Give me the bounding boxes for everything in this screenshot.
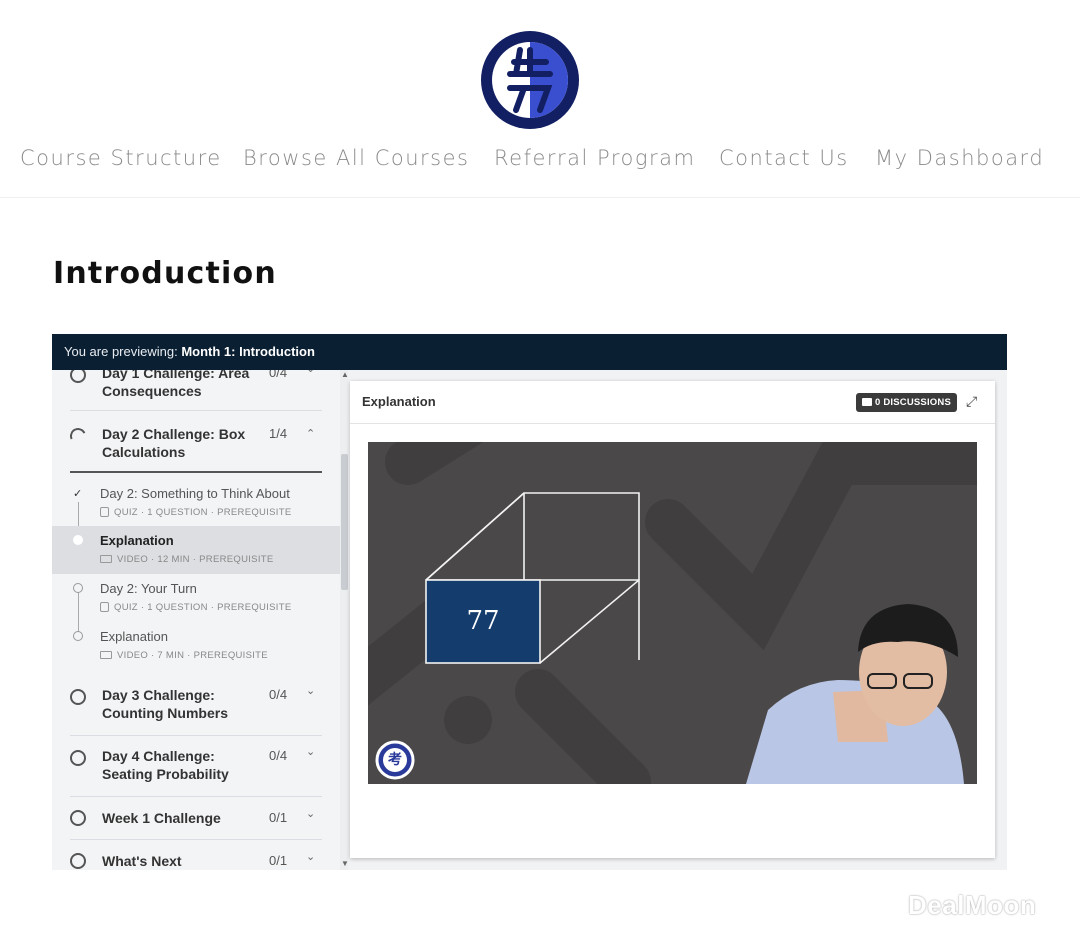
- page-title: Introduction: [53, 256, 277, 291]
- preview-bar: You are previewing: Month 1: Introductio…: [52, 334, 1007, 370]
- scroll-up-arrow-icon[interactable]: ▲: [341, 370, 349, 379]
- scrollbar-thumb[interactable]: [341, 454, 348, 590]
- box-label: 77: [466, 606, 500, 636]
- nav-my-dashboard[interactable]: My Dashboard: [875, 146, 1044, 170]
- video-icon: [100, 555, 112, 563]
- video-player[interactable]: 77 考: [368, 442, 977, 784]
- video-icon: [100, 651, 112, 659]
- chapter-day-2[interactable]: Day 2 Challenge: Box Calculations 1/4 ⌃: [67, 425, 322, 465]
- preview-course-name: Month 1: Introduction: [181, 344, 315, 359]
- expand-icon[interactable]: ⤢: [966, 393, 977, 410]
- course-preview: You are previewing: Month 1: Introductio…: [52, 334, 1007, 870]
- lesson-current-dot: [73, 535, 83, 545]
- check-icon: ✓: [73, 488, 83, 500]
- sidebar-scrollbar[interactable]: ▲ ▼: [340, 370, 349, 870]
- chapter-progress: 1/4: [269, 426, 288, 441]
- nav-contact-us[interactable]: Contact Us: [719, 146, 849, 170]
- chapter-divider: [70, 839, 322, 840]
- chapter-status-circle: [70, 853, 86, 869]
- chapter-progress: 0/1: [269, 810, 288, 825]
- chapter-progress: 0/4: [269, 687, 288, 702]
- lesson-meta: QUIZ · 1 QUESTION · PREREQUISITE: [100, 602, 291, 613]
- lesson-meta: VIDEO · 12 MIN · PREREQUISITE: [100, 554, 274, 565]
- chapter-progress: 0/4: [269, 370, 288, 380]
- chapter-title: Day 3 Challenge: Counting Numbers: [102, 687, 228, 721]
- chapter-whats-next[interactable]: What's Next 0/1 ⌄: [70, 851, 322, 870]
- chapter-status-circle: [70, 750, 86, 766]
- lesson-item[interactable]: Explanation VIDEO · 7 MIN · PREREQUISITE: [52, 622, 340, 670]
- chapter-divider-active: [70, 471, 322, 473]
- chapter-divider: [70, 796, 322, 797]
- chapter-title: What's Next: [102, 853, 182, 869]
- nav-referral-program[interactable]: Referral Program: [494, 146, 695, 170]
- lesson-status-dot: [73, 631, 83, 641]
- chevron-down-icon[interactable]: ⌄: [306, 807, 315, 820]
- lesson-item-active[interactable]: Explanation VIDEO · 12 MIN · PREREQUISIT…: [52, 526, 340, 574]
- chapter-status-circle: [70, 370, 86, 383]
- comment-icon: [862, 398, 872, 406]
- chapter-divider: [70, 735, 322, 736]
- chevron-down-icon[interactable]: ⌄: [306, 370, 315, 375]
- chapter-progress: 0/1: [269, 853, 288, 868]
- lesson-panel: Explanation 0 DISCUSSIONS ⤢ 77 考: [350, 381, 995, 858]
- chapter-day-1[interactable]: Day 1 Challenge: Area Consequences 0/4 ⌄: [70, 370, 322, 408]
- lesson-status-dot: [73, 583, 83, 593]
- chapter-status-circle: [70, 689, 86, 705]
- main-nav: Course Structure Browse All Courses Refe…: [0, 146, 1080, 178]
- chapter-status-circle: [70, 810, 86, 826]
- lesson-item[interactable]: Day 2: Your Turn QUIZ · 1 QUESTION · PRE…: [52, 574, 340, 622]
- chapter-divider: [70, 410, 322, 411]
- chevron-down-icon[interactable]: ⌄: [306, 850, 315, 863]
- course-sidebar: Day 1 Challenge: Area Consequences 0/4 ⌄…: [52, 370, 342, 870]
- chapter-week-1[interactable]: Week 1 Challenge 0/1 ⌄: [70, 808, 322, 832]
- lesson-meta: QUIZ · 1 QUESTION · PREREQUISITE: [100, 507, 291, 518]
- panel-divider: [350, 423, 995, 424]
- video-logo-icon: 考: [388, 751, 402, 767]
- chevron-down-icon[interactable]: ⌄: [306, 745, 315, 758]
- lesson-title: Explanation: [100, 629, 168, 644]
- chevron-up-icon[interactable]: ⌃: [306, 427, 315, 440]
- site-logo[interactable]: [480, 30, 580, 130]
- nav-course-structure[interactable]: Course Structure: [20, 146, 222, 170]
- scroll-down-arrow-icon[interactable]: ▼: [341, 859, 349, 868]
- nav-browse-all-courses[interactable]: Browse All Courses: [243, 146, 469, 170]
- chapter-title: Day 1 Challenge: Area Consequences: [102, 370, 250, 399]
- lesson-title: Day 2: Something to Think About: [100, 486, 290, 501]
- chapter-title: Week 1 Challenge: [102, 810, 221, 826]
- lesson-title: Day 2: Your Turn: [100, 581, 197, 596]
- chapter-day-3[interactable]: Day 3 Challenge: Counting Numbers 0/4 ⌄: [70, 684, 322, 726]
- lesson-item[interactable]: ✓ Day 2: Something to Think About QUIZ ·…: [52, 479, 340, 527]
- lesson-meta: VIDEO · 7 MIN · PREREQUISITE: [100, 650, 268, 661]
- chapter-day-4[interactable]: Day 4 Challenge: Seating Probability 0/4…: [70, 745, 322, 787]
- chevron-down-icon[interactable]: ⌄: [306, 684, 315, 697]
- watermark: DealMoon: [908, 890, 1037, 920]
- discussions-button[interactable]: 0 DISCUSSIONS: [856, 393, 957, 412]
- chapter-title: Day 2 Challenge: Box Calculations: [102, 426, 246, 460]
- chapter-progress-circle: [67, 425, 89, 447]
- header-divider: [0, 197, 1080, 198]
- preview-prefix: You are previewing:: [64, 344, 178, 359]
- quiz-icon: [100, 602, 109, 612]
- chapter-progress: 0/4: [269, 748, 288, 763]
- chapter-title: Day 4 Challenge: Seating Probability: [102, 748, 229, 782]
- lesson-title: Explanation: [100, 533, 174, 548]
- quiz-icon: [100, 507, 109, 517]
- lesson-panel-title: Explanation: [362, 394, 436, 409]
